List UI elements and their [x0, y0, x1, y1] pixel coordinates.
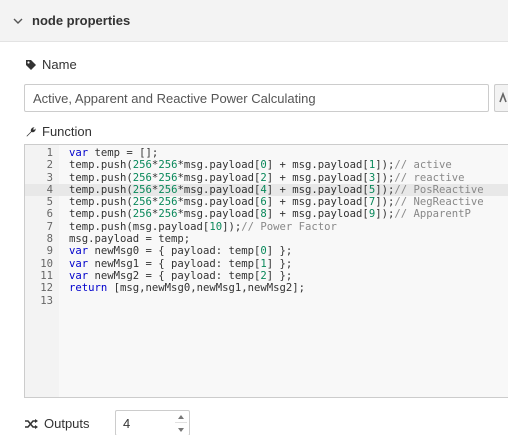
spin-up-icon[interactable] — [175, 412, 187, 423]
code-text[interactable]: temp.push(256*256*msg.payload[0] + msg.p… — [69, 159, 452, 171]
code-lines[interactable]: 1 var temp = []; 2 temp.push(256*256*msg.pa… — [25, 147, 508, 307]
code-text[interactable]: var newMsg1 = { payload: temp[1] }; — [69, 258, 292, 270]
code-line[interactable]: 1 var temp = []; — [25, 147, 508, 159]
wrench-icon — [24, 125, 38, 139]
name-label: Name — [24, 57, 77, 72]
tag-icon — [24, 58, 38, 72]
code-line[interactable]: 9 var newMsg0 = { payload: temp[0] }; — [25, 245, 508, 257]
outputs-label-text: Outputs — [44, 416, 90, 431]
line-number: 11 — [40, 269, 53, 282]
code-line[interactable]: 2 temp.push(256*256*msg.payload[0] + msg.… — [25, 159, 508, 171]
code-line[interactable]: 11 var newMsg2 = { payload: temp[2] }; — [25, 270, 508, 282]
line-number: 2 — [46, 159, 53, 172]
name-input[interactable] — [24, 84, 489, 112]
code-line[interactable]: 6 temp.push(256*256*msg.payload[8] + msg.… — [25, 208, 508, 220]
name-label-text: Name — [42, 57, 77, 72]
node-properties-header[interactable]: node properties — [0, 0, 508, 42]
shuffle-icon — [24, 417, 40, 431]
line-number: 9 — [46, 245, 53, 258]
line-number: 8 — [46, 233, 53, 246]
chevron-down-icon — [12, 15, 24, 27]
code-line[interactable]: 7 temp.push(msg.payload[10]);// Power Fac… — [25, 221, 508, 233]
spin-down-icon[interactable] — [175, 424, 187, 435]
line-number: 12 — [40, 282, 53, 295]
icon-select-button[interactable] — [494, 84, 508, 112]
outputs-value[interactable]: 4 — [123, 416, 130, 431]
line-number: 7 — [46, 220, 53, 233]
code-text[interactable]: msg.payload = temp; — [69, 233, 190, 245]
code-line[interactable]: 4 temp.push(256*256*msg.payload[4] + msg.… — [25, 183, 508, 197]
line-number: 4 — [46, 183, 53, 196]
line-number: 10 — [40, 257, 53, 270]
line-number: 1 — [46, 147, 53, 159]
code-text[interactable]: temp.push(256*256*msg.payload[8] + msg.p… — [69, 208, 471, 220]
section-title: node properties — [32, 13, 131, 28]
code-text[interactable]: var temp = []; — [69, 147, 158, 159]
code-line[interactable]: 10 var newMsg1 = { payload: temp[1] }; — [25, 258, 508, 270]
code-text[interactable]: return [msg,newMsg0,newMsg1,newMsg2]; — [69, 282, 305, 294]
code-line[interactable]: 8 msg.payload = temp; — [25, 233, 508, 245]
code-text[interactable]: temp.push(256*256*msg.payload[4] + msg.p… — [69, 184, 484, 196]
line-number: 5 — [46, 196, 53, 209]
function-code-editor[interactable]: 1 var temp = []; 2 temp.push(256*256*msg.pa… — [24, 144, 508, 398]
code-line[interactable]: 12 return [msg,newMsg0,newMsg1,newMsg2]; — [25, 282, 508, 294]
line-number: 3 — [46, 171, 53, 184]
code-line[interactable]: 13 — [25, 295, 508, 307]
line-number: 13 — [40, 294, 53, 307]
line-number: 6 — [46, 208, 53, 221]
code-line[interactable]: 3 temp.push(256*256*msg.payload[2] + msg.… — [25, 172, 508, 184]
code-text[interactable]: temp.push(msg.payload[10]);// Power Fact… — [69, 221, 337, 233]
code-text[interactable]: temp.push(256*256*msg.payload[6] + msg.p… — [69, 196, 484, 208]
code-line[interactable]: 5 temp.push(256*256*msg.payload[6] + msg.… — [25, 196, 508, 208]
outputs-label: Outputs — [24, 416, 90, 431]
outputs-spinner[interactable]: 4 — [115, 410, 190, 435]
code-text[interactable]: var newMsg0 = { payload: temp[0] }; — [69, 245, 292, 257]
code-text[interactable]: var newMsg2 = { payload: temp[2] }; — [69, 270, 292, 282]
function-label: Function — [24, 124, 92, 139]
function-label-text: Function — [42, 124, 92, 139]
code-text[interactable]: temp.push(256*256*msg.payload[2] + msg.p… — [69, 172, 465, 184]
